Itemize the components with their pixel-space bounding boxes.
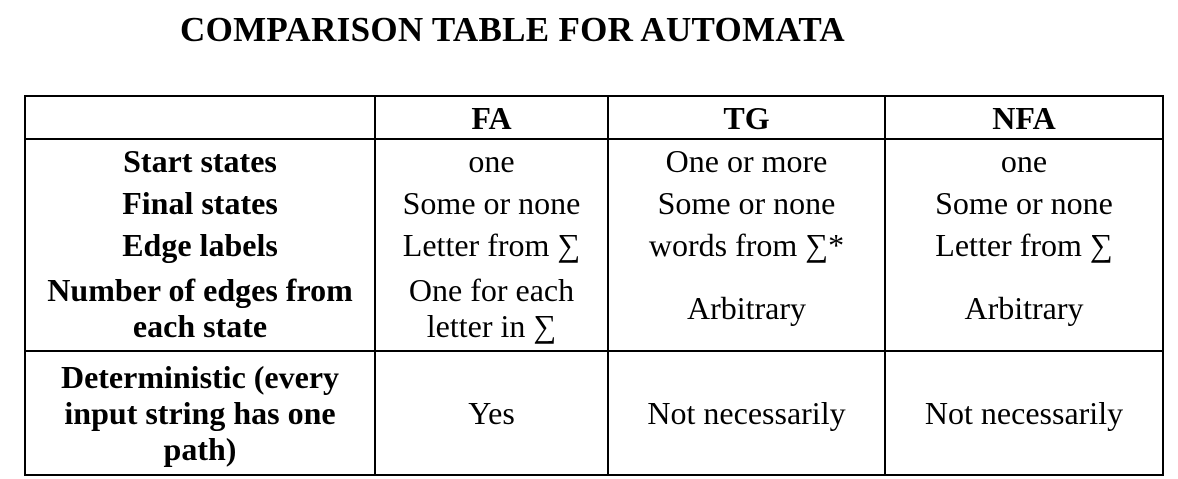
page-title: COMPARISON TABLE FOR AUTOMATA (180, 10, 846, 49)
cell-tg: Some or none (607, 182, 886, 224)
cell-tg: One or more (607, 139, 886, 182)
cell-nfa: Letter from ∑ (884, 224, 1164, 266)
cell-tg: Not necessarily (607, 350, 886, 476)
row-label-number-of-edges: Number of edges from each state (24, 266, 376, 352)
header-cell-empty (24, 95, 376, 140)
header-cell-nfa: NFA (884, 95, 1164, 140)
row-label-deterministic: Deterministic (every input string has on… (24, 350, 376, 476)
cell-fa: Yes (374, 350, 609, 476)
cell-fa: Some or none (374, 182, 609, 224)
cell-tg: words from ∑* (607, 224, 886, 266)
table-row: Deterministic (every input string has on… (24, 350, 1164, 476)
header-cell-fa: FA (374, 95, 609, 140)
table-row: Number of edges from each state One for … (24, 266, 1164, 352)
cell-nfa: Not necessarily (884, 350, 1164, 476)
cell-fa: One for each letter in ∑ (374, 266, 609, 352)
table-row: Final states Some or none Some or none S… (24, 182, 1164, 224)
table-row: Edge labels Letter from ∑ words from ∑* … (24, 224, 1164, 266)
cell-nfa: one (884, 139, 1164, 182)
cell-fa: one (374, 139, 609, 182)
cell-nfa: Some or none (884, 182, 1164, 224)
table-row: Start states one One or more one (24, 139, 1164, 182)
row-label-final-states: Final states (24, 182, 376, 224)
table-header-row: FA TG NFA (24, 95, 1164, 140)
row-label-edge-labels: Edge labels (24, 224, 376, 266)
row-label-start-states: Start states (24, 139, 376, 182)
cell-fa: Letter from ∑ (374, 224, 609, 266)
cell-nfa: Arbitrary (884, 266, 1164, 352)
comparison-table: FA TG NFA Start states one One or more o… (24, 95, 1164, 476)
header-cell-tg: TG (607, 95, 886, 140)
cell-tg: Arbitrary (607, 266, 886, 352)
